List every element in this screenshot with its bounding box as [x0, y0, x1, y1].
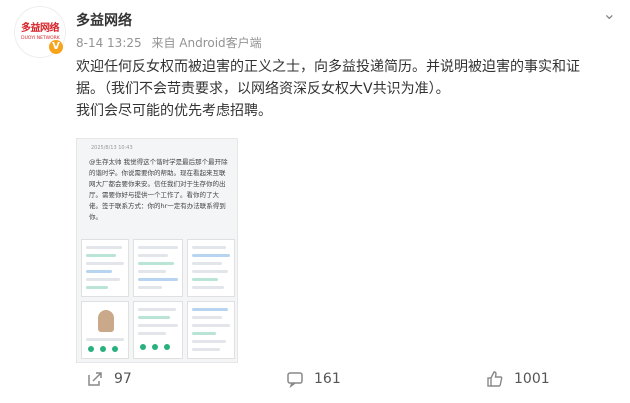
like-button[interactable]: 1001: [486, 370, 550, 388]
share-button[interactable]: 97: [86, 370, 132, 388]
post-meta: 8-14 13:25 来自 Android客户端: [76, 34, 268, 51]
screenshot-tile: [133, 301, 183, 359]
image-date: 2025/8/13 10:43: [91, 145, 133, 151]
screenshot-tile: [81, 301, 129, 359]
screenshot-tile: [81, 239, 129, 297]
screenshot-tile: [187, 301, 235, 359]
comment-icon: [287, 372, 303, 388]
comment-count: 161: [314, 371, 341, 387]
post-paragraph-2: 我们会尽可能的优先考虑招聘。: [76, 103, 272, 119]
share-count: 97: [114, 371, 132, 387]
more-options-icon[interactable]: ⌄: [603, 4, 616, 23]
action-bar: 97 161 1001: [76, 370, 616, 396]
post-image[interactable]: 2025/8/13 10:43 @生存太帅 我觉得这个谐时学是最后那个最开除的谐…: [76, 138, 238, 363]
image-text: @生存太帅 我觉得这个谐时学是最后那个最开除的谐时学。你说需要你的帮助。现在看起…: [89, 158, 228, 221]
share-icon: [88, 372, 102, 386]
verified-badge-icon: V: [48, 39, 64, 55]
screenshot-tile: [187, 239, 235, 297]
image-screenshots: [81, 239, 235, 359]
post-text: 欢迎任何反女权而被迫害的正义之士，向多益投递简历。并说明被迫害的事实和证据。（我…: [76, 56, 596, 122]
thumbs-up-icon: [487, 371, 503, 387]
like-count: 1001: [514, 371, 550, 387]
logo-text: 多益网络: [21, 22, 60, 34]
post-paragraph-1: 欢迎任何反女权而被迫害的正义之士，向多益投递简历。并说明被迫害的事实和证据。（我…: [76, 59, 580, 97]
account-name[interactable]: 多益网络: [76, 10, 132, 30]
post-date[interactable]: 8-14 13:25: [76, 36, 142, 50]
post-source: 来自 Android客户端: [151, 36, 262, 50]
screenshot-tile: [133, 239, 183, 297]
comment-button[interactable]: 161: [286, 370, 341, 388]
